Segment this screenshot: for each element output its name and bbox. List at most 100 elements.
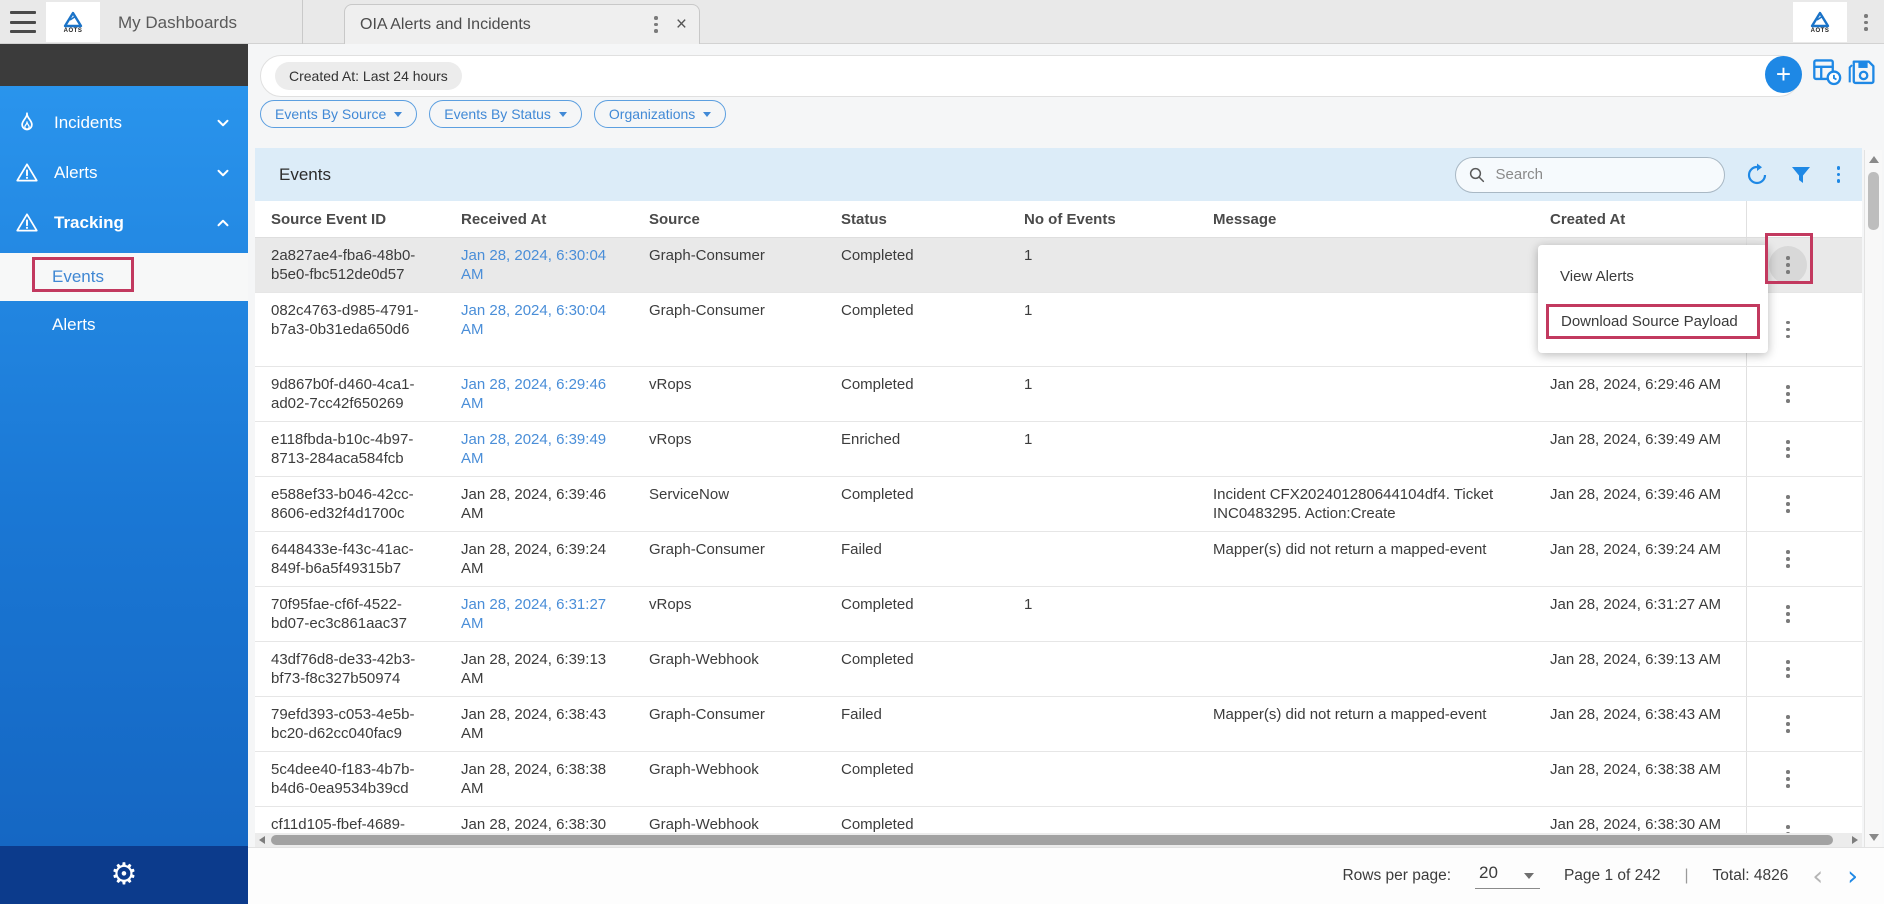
row-actions-button[interactable]: [1769, 650, 1807, 688]
cell-source-event-id: 082c4763-d985-4791-b7a3-0b31eda650d6: [271, 293, 461, 347]
cell-source-event-id: 2a827ae4-fba6-48b0-b5e0-fbc512de0d57: [271, 238, 461, 292]
cell-status: Enriched: [841, 422, 1024, 457]
brand-logo[interactable]: AOTS: [46, 2, 100, 42]
sidebar-item-alerts[interactable]: Alerts: [0, 149, 248, 197]
topbar-options-kebab-icon[interactable]: [1860, 10, 1872, 35]
table-row[interactable]: 79efd393-c053-4e5b-bc20-d62cc040fac9 Jan…: [255, 697, 1862, 752]
tab-close-icon[interactable]: ×: [676, 15, 687, 34]
row-actions-button[interactable]: [1769, 705, 1807, 743]
tab-oia-alerts-and-incidents[interactable]: OIA Alerts and Incidents ×: [344, 4, 700, 44]
row-actions-button[interactable]: [1769, 760, 1807, 798]
cell-message: Mapper(s) did not return a mapped-event: [1213, 697, 1550, 732]
cell-actions: [1746, 642, 1862, 696]
search-box[interactable]: [1455, 157, 1725, 193]
horizontal-scrollbar-thumb[interactable]: [271, 835, 1833, 845]
scroll-left-arrow-icon[interactable]: [259, 836, 265, 844]
chip-organizations[interactable]: Organizations: [594, 100, 726, 128]
row-actions-button[interactable]: [1769, 540, 1807, 578]
menu-item-download-source-payload[interactable]: Download Source Payload: [1546, 304, 1760, 339]
row-actions-button[interactable]: [1769, 375, 1807, 413]
scroll-up-arrow-icon[interactable]: [1869, 156, 1879, 163]
cell-message: [1213, 642, 1550, 658]
cell-received-at[interactable]: Jan 28, 2024, 6:39:24 AM: [461, 532, 649, 586]
column-header-source-event-id[interactable]: Source Event ID: [271, 211, 461, 228]
row-actions-button[interactable]: [1769, 246, 1807, 284]
cell-received-at[interactable]: Jan 28, 2024, 6:39:46 AM: [461, 477, 649, 531]
filter-funnel-icon[interactable]: [1789, 163, 1813, 187]
chip-events-by-source[interactable]: Events By Source: [260, 100, 417, 128]
cell-status: Completed: [841, 367, 1024, 402]
panel-options-kebab-icon[interactable]: [1833, 162, 1845, 187]
chevron-down-icon: [1524, 873, 1534, 879]
cell-created-at: Jan 28, 2024, 6:29:46 AM: [1550, 367, 1746, 402]
scroll-right-arrow-icon[interactable]: [1852, 836, 1858, 844]
pagination-separator: |: [1685, 867, 1689, 885]
filter-bar: Created At: Last 24 hours: [260, 55, 1800, 97]
add-filter-button[interactable]: +: [1765, 56, 1802, 93]
row-actions-button[interactable]: [1769, 311, 1807, 349]
cell-source-event-id: 5c4dee40-f183-4b7b-b4d6-0ea9534b39cd: [271, 752, 461, 806]
sidebar-item-events[interactable]: Events: [0, 253, 248, 301]
table-row[interactable]: 6448433e-f43c-41ac-849f-b6a5f49315b7 Jan…: [255, 532, 1862, 587]
column-header-created-at[interactable]: Created At: [1550, 211, 1746, 228]
created-at-filter-chip[interactable]: Created At: Last 24 hours: [275, 62, 462, 90]
table-row[interactable]: e118fbda-b10c-4b97-8713-284aca584fcb Jan…: [255, 422, 1862, 477]
column-header-status[interactable]: Status: [841, 211, 1024, 228]
row-actions-button[interactable]: [1769, 430, 1807, 468]
chevron-down-icon[interactable]: [214, 164, 232, 182]
tab-options-kebab-icon[interactable]: [650, 12, 662, 37]
column-header-no-of-events[interactable]: No of Events: [1024, 211, 1213, 228]
sidebar-item-tracking-alerts[interactable]: Alerts: [0, 301, 248, 349]
cell-received-at[interactable]: Jan 28, 2024, 6:39:13 AM: [461, 642, 649, 696]
chevron-down-icon[interactable]: [214, 114, 232, 132]
menu-item-view-alerts[interactable]: View Alerts: [1538, 257, 1768, 296]
column-header-message[interactable]: Message: [1213, 211, 1550, 228]
sidebar-item-tracking[interactable]: Tracking: [0, 199, 248, 247]
cell-received-at[interactable]: Jan 28, 2024, 6:30:04 AM: [461, 238, 649, 292]
cell-message: [1213, 422, 1550, 438]
cell-message: [1213, 587, 1550, 603]
brand-logo-right[interactable]: AOTS: [1793, 2, 1847, 42]
cell-received-at[interactable]: Jan 28, 2024, 6:29:46 AM: [461, 367, 649, 421]
cell-created-at: Jan 28, 2024, 6:39:13 AM: [1550, 642, 1746, 677]
cell-status: Completed: [841, 587, 1024, 622]
cell-received-at[interactable]: Jan 28, 2024, 6:38:38 AM: [461, 752, 649, 806]
rows-per-page-value: 20: [1479, 863, 1498, 883]
chip-events-by-status[interactable]: Events By Status: [429, 100, 582, 128]
table-row[interactable]: 9d867b0f-d460-4ca1-ad02-7cc42f650269 Jan…: [255, 367, 1862, 422]
refresh-icon[interactable]: [1745, 163, 1769, 187]
column-header-received-at[interactable]: Received At: [461, 211, 649, 228]
sidebar-top-strip: [0, 44, 248, 86]
cell-received-at[interactable]: Jan 28, 2024, 6:39:49 AM: [461, 422, 649, 476]
horizontal-scrollbar[interactable]: [255, 833, 1862, 847]
next-page-button[interactable]: ›: [1847, 863, 1858, 890]
hamburger-menu-icon[interactable]: [10, 11, 40, 33]
search-input[interactable]: [1496, 166, 1696, 183]
cell-status: Failed: [841, 532, 1024, 567]
table-row[interactable]: 43df76d8-de33-42b3-bf73-f8c327b50974 Jan…: [255, 642, 1862, 697]
row-actions-button[interactable]: [1769, 485, 1807, 523]
rows-per-page-select[interactable]: 20: [1475, 863, 1540, 889]
sidebar-item-incidents[interactable]: Incidents: [0, 99, 248, 147]
warning-triangle-icon: [14, 210, 40, 236]
row-actions-button[interactable]: [1769, 595, 1807, 633]
scroll-down-arrow-icon[interactable]: [1869, 834, 1879, 841]
table-settings-icon[interactable]: [1812, 57, 1842, 87]
column-header-source[interactable]: Source: [649, 211, 841, 228]
cell-received-at[interactable]: Jan 28, 2024, 6:30:04 AM: [461, 293, 649, 347]
vertical-scrollbar-thumb[interactable]: [1868, 172, 1879, 230]
my-dashboards-label[interactable]: My Dashboards: [118, 13, 237, 33]
cell-received-at[interactable]: Jan 28, 2024, 6:31:27 AM: [461, 587, 649, 641]
table-row[interactable]: 70f95fae-cf6f-4522-bd07-ec3c861aac37 Jan…: [255, 587, 1862, 642]
gear-icon[interactable]: ⚙: [111, 860, 138, 890]
table-row[interactable]: 5c4dee40-f183-4b7b-b4d6-0ea9534b39cd Jan…: [255, 752, 1862, 807]
total-count: Total: 4826: [1713, 867, 1789, 885]
cell-received-at[interactable]: Jan 28, 2024, 6:38:43 AM: [461, 697, 649, 751]
previous-page-button[interactable]: ‹: [1812, 863, 1823, 890]
save-view-icon[interactable]: [1848, 57, 1878, 87]
table-row[interactable]: e588ef33-b046-42cc-8606-ed32f4d1700c Jan…: [255, 477, 1862, 532]
chip-label: Organizations: [609, 106, 695, 122]
cell-source: Graph-Webhook: [649, 642, 841, 677]
chevron-up-icon[interactable]: [214, 214, 232, 232]
vertical-scrollbar[interactable]: [1864, 150, 1882, 847]
